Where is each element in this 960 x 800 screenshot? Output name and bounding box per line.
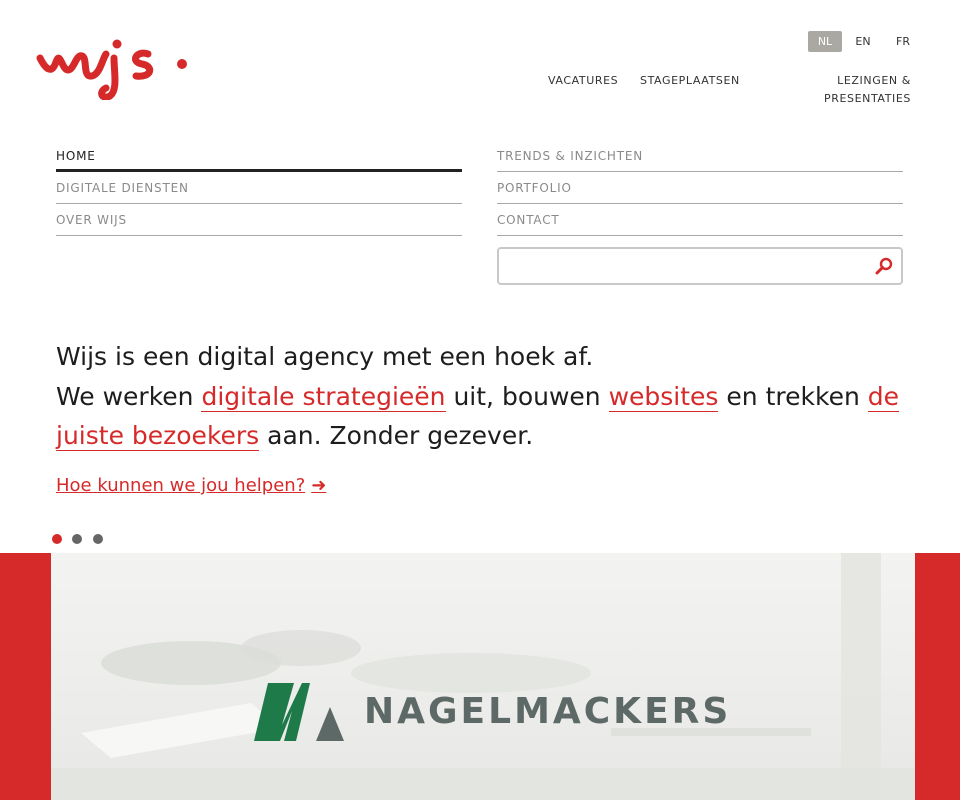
portfolio-banner: NAGELMACKERS bbox=[0, 553, 960, 800]
nav-over-wijs[interactable]: OVER WIJS bbox=[56, 204, 462, 236]
nav-trends-inzichten[interactable]: TRENDS & INZICHTEN bbox=[497, 140, 903, 172]
nagelmackers-mark-icon bbox=[254, 683, 344, 741]
carousel-dot-3[interactable] bbox=[93, 534, 103, 544]
help-cta-link[interactable]: Hoe kunnen we jou helpen? ➜ bbox=[56, 474, 326, 498]
topnav-lezingen-line1: LEZINGEN & bbox=[837, 74, 911, 87]
hero-text-part: uit, bouwen bbox=[445, 381, 609, 411]
nav-digitale-diensten[interactable]: DIGITALE DIENSTEN bbox=[56, 172, 462, 204]
topnav-stageplaatsen[interactable]: STAGEPLAATSEN bbox=[640, 72, 740, 90]
arrow-right-icon: ➜ bbox=[311, 475, 327, 496]
search-input[interactable] bbox=[507, 255, 857, 277]
wijs-logo[interactable] bbox=[36, 36, 196, 100]
topnav-lezingen-presentaties[interactable]: LEZINGEN & PRESENTATIES bbox=[800, 72, 911, 108]
nav-home[interactable]: HOME bbox=[56, 140, 462, 172]
hero-text-part: We werken bbox=[56, 381, 202, 411]
hero-text-part: aan. Zonder gezever. bbox=[259, 421, 534, 450]
carousel-dot-2[interactable] bbox=[72, 534, 82, 544]
banner-background-image bbox=[51, 553, 915, 800]
carousel-dot-1[interactable] bbox=[52, 534, 62, 544]
lang-fr[interactable]: FR bbox=[888, 31, 918, 52]
lang-en[interactable]: EN bbox=[848, 31, 878, 52]
topnav-lezingen-line2: PRESENTATIES bbox=[823, 92, 911, 105]
hero-text: Wijs is een digital agency met een hoek … bbox=[56, 337, 916, 456]
hero-line1: Wijs is een digital agency met een hoek … bbox=[56, 342, 594, 371]
search-icon[interactable] bbox=[875, 257, 893, 275]
link-websites[interactable]: websites bbox=[608, 381, 719, 412]
banner-image[interactable]: NAGELMACKERS bbox=[51, 553, 915, 800]
link-digitale-strategieen[interactable]: digitale strategieën bbox=[201, 381, 446, 412]
topnav-vacatures[interactable]: VACATURES bbox=[548, 72, 618, 90]
nav-contact[interactable]: CONTACT bbox=[497, 204, 903, 236]
client-name: NAGELMACKERS bbox=[364, 691, 732, 732]
help-cta-label: Hoe kunnen we jou helpen? bbox=[56, 475, 306, 496]
lang-nl[interactable]: NL bbox=[808, 31, 842, 52]
nav-portfolio[interactable]: PORTFOLIO bbox=[497, 172, 903, 204]
search-box bbox=[497, 247, 903, 285]
client-logo-nagelmackers[interactable]: NAGELMACKERS bbox=[254, 681, 728, 745]
hero-text-part: en trekken bbox=[718, 381, 868, 411]
